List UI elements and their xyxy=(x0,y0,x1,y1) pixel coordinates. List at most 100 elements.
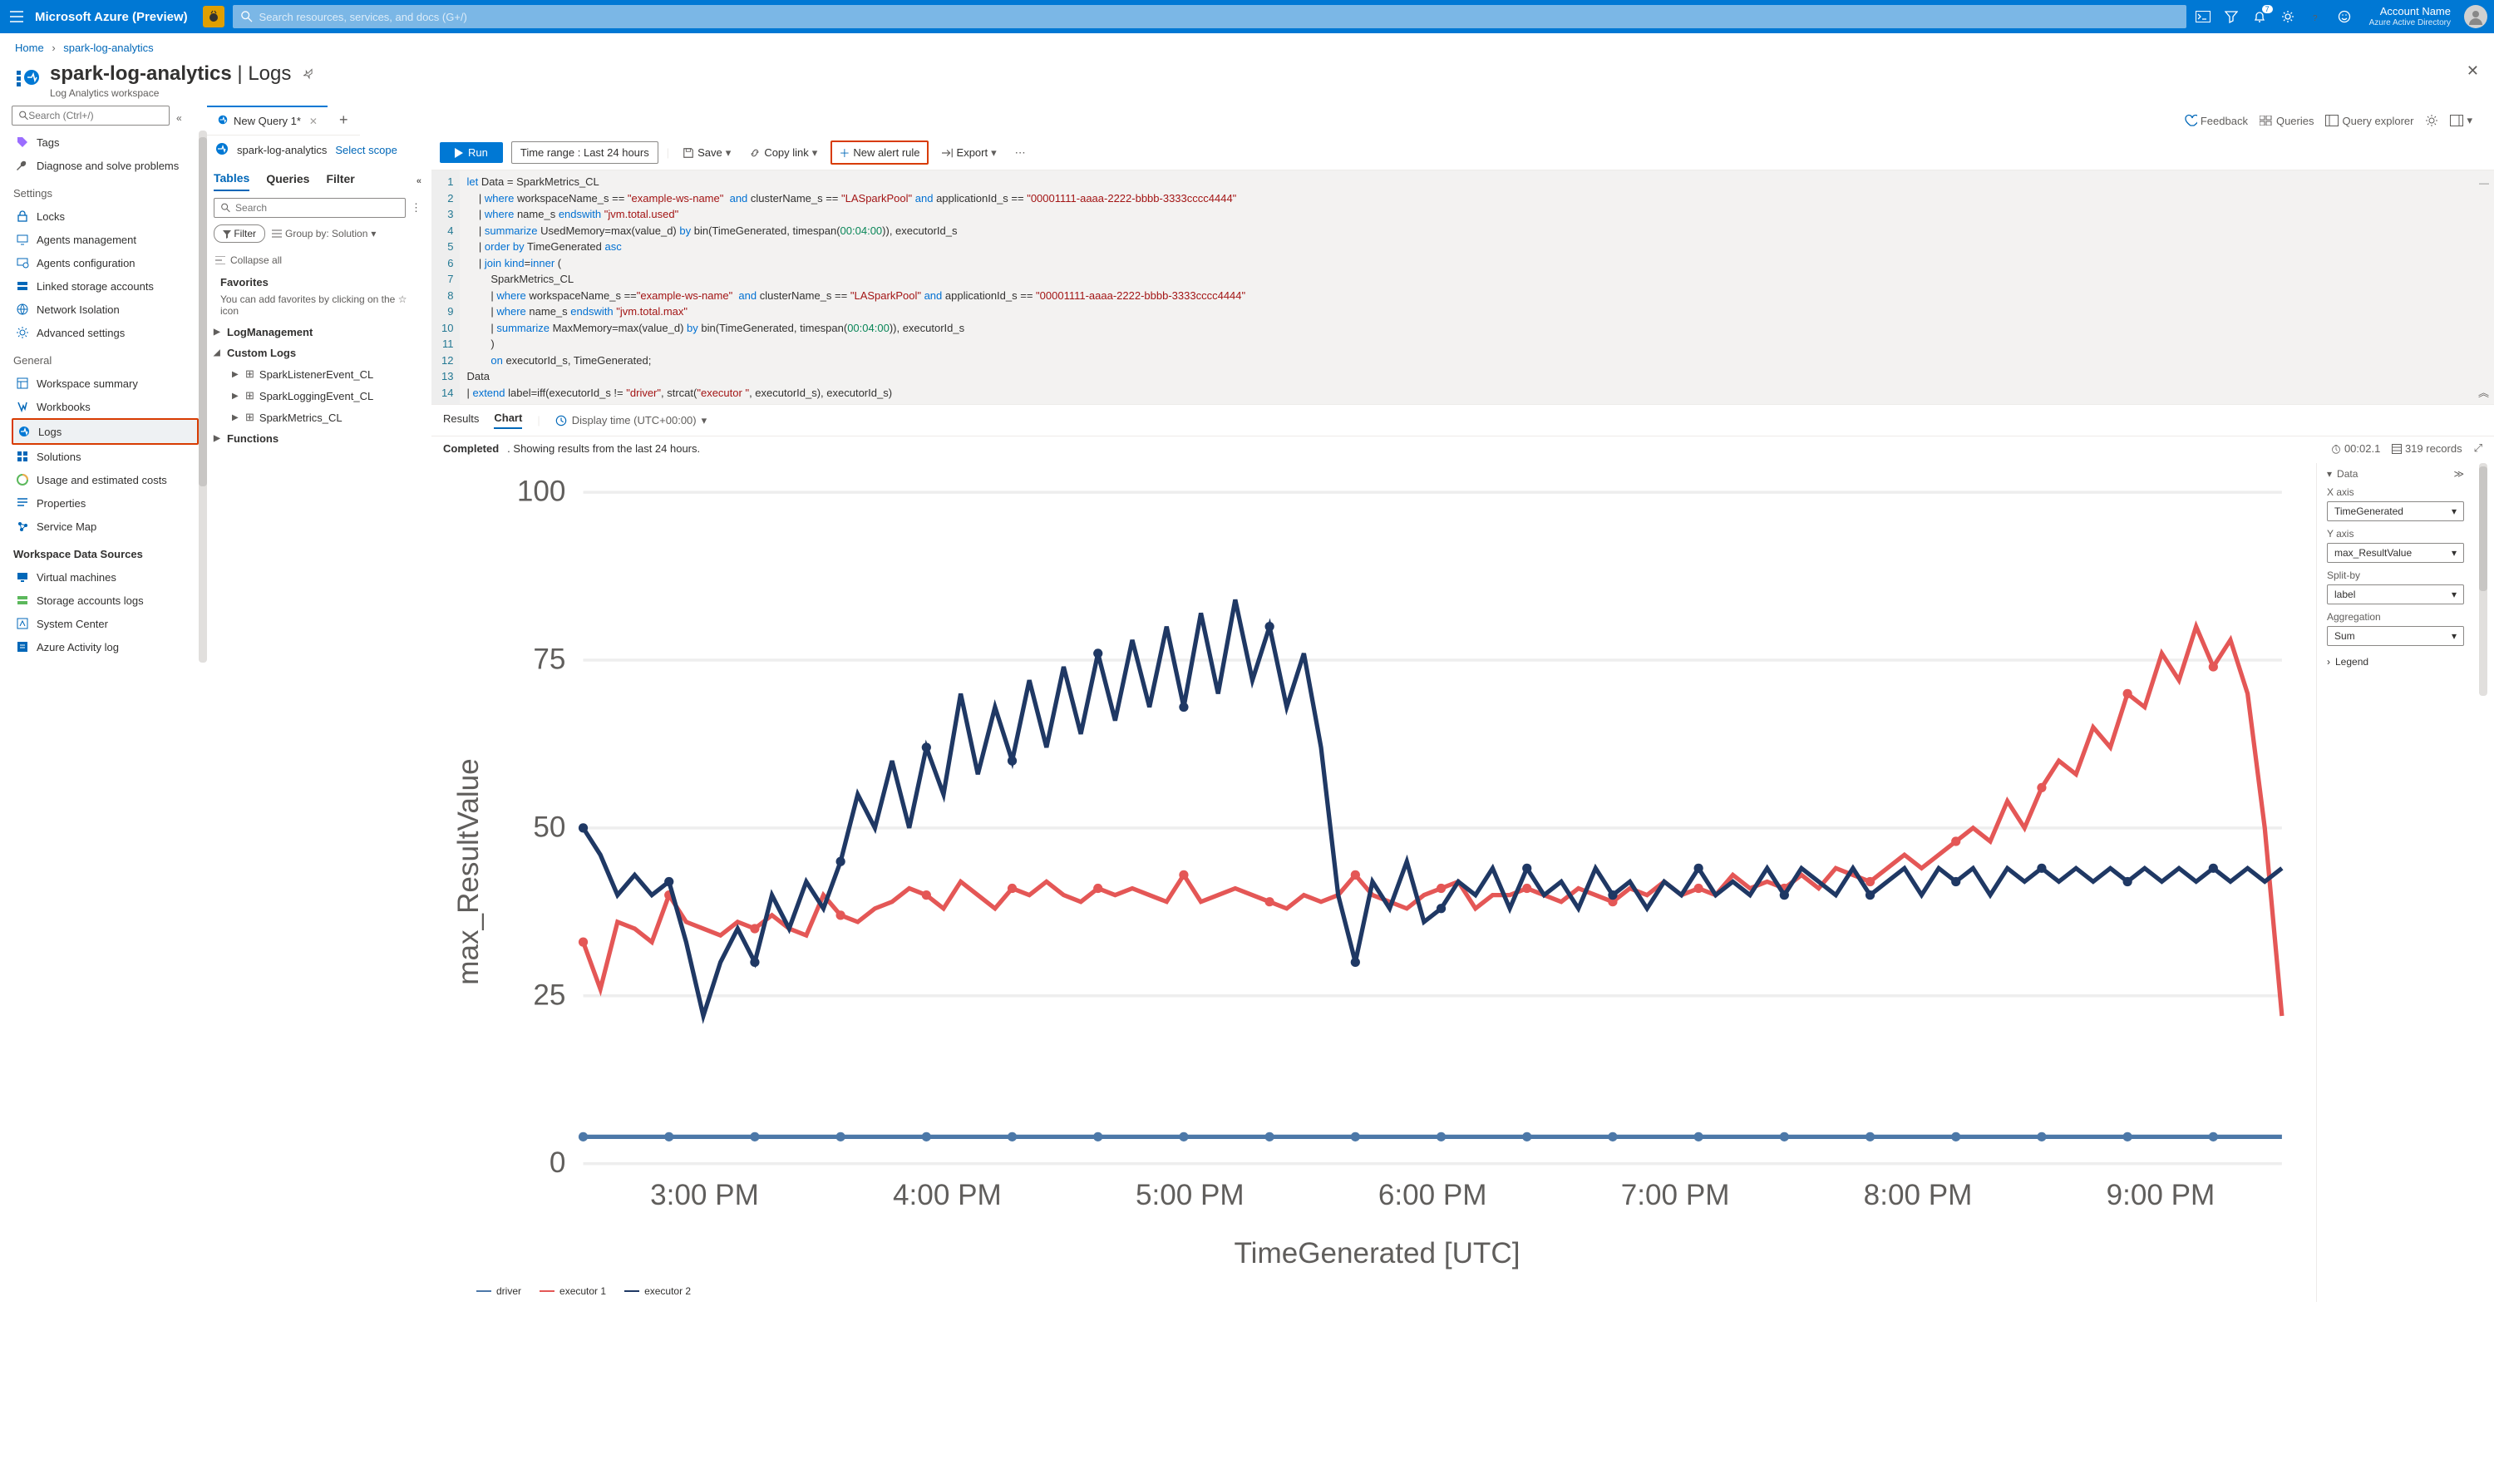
crumb-home[interactable]: Home xyxy=(15,42,44,54)
global-search[interactable] xyxy=(233,5,2186,28)
query-tab-1[interactable]: New Query 1* ✕ xyxy=(207,106,328,135)
export-button[interactable]: Export ▾ xyxy=(937,143,1002,163)
nav-item-tags[interactable]: Tags xyxy=(12,131,199,154)
collapse-all[interactable]: Collapse all xyxy=(207,249,428,271)
tree-customlogs[interactable]: ◢Custom Logs xyxy=(207,343,428,363)
nav-item-workbooks[interactable]: Workbooks xyxy=(12,395,199,418)
chart-pane-expand-icon[interactable]: ≫ xyxy=(2453,468,2464,480)
splitby-select[interactable]: label▾ xyxy=(2327,584,2464,604)
tree-functions[interactable]: ▶Functions xyxy=(207,428,428,449)
filter-pill[interactable]: Filter xyxy=(214,224,265,243)
tables-more-icon[interactable]: ⋮ xyxy=(411,201,421,214)
tab-chart[interactable]: Chart xyxy=(494,412,522,429)
tab-filter[interactable]: Filter xyxy=(326,172,354,190)
legend-header[interactable]: ›Legend xyxy=(2327,656,2464,668)
nav-item-advanced-settings[interactable]: Advanced settings xyxy=(12,321,199,344)
sc-icon xyxy=(15,617,30,630)
new-alert-rule-button[interactable]: ＋ New alert rule xyxy=(831,141,928,165)
kql-editor[interactable]: 1234567891011121314 let Data = SparkMetr… xyxy=(431,170,2494,404)
chart-data-header[interactable]: Data xyxy=(2337,468,2358,480)
tag-icon xyxy=(15,136,30,149)
tab-queries[interactable]: Queries xyxy=(266,172,309,190)
directory-filter-icon[interactable] xyxy=(2223,8,2240,25)
select-scope-link[interactable]: Select scope xyxy=(335,144,397,156)
time-range-picker[interactable]: Time range : Last 24 hours xyxy=(511,141,658,164)
tab-results[interactable]: Results xyxy=(443,412,479,428)
nav-item-linked-storage-accounts[interactable]: Linked storage accounts xyxy=(12,274,199,298)
nav-item-network-isolation[interactable]: Network Isolation xyxy=(12,298,199,321)
add-query-tab[interactable]: + xyxy=(328,111,360,129)
notifications-icon[interactable]: 7 xyxy=(2251,8,2268,25)
svg-text:7:00 PM: 7:00 PM xyxy=(1621,1179,1730,1211)
queries-link[interactable]: Queries xyxy=(2260,115,2314,127)
tables-tabs: Tables Queries Filter « xyxy=(207,165,428,191)
groupby-dropdown[interactable]: Group by: Solution ▾ xyxy=(272,224,376,243)
tables-search-input[interactable] xyxy=(235,202,398,214)
feedback-smile-icon[interactable] xyxy=(2336,8,2353,25)
help-icon[interactable]: ? xyxy=(2308,8,2324,25)
yaxis-select[interactable]: max_ResultValue▾ xyxy=(2327,543,2464,563)
close-blade-icon[interactable]: ✕ xyxy=(2467,62,2479,80)
close-tab-icon[interactable]: ✕ xyxy=(309,116,318,127)
query-explorer-link[interactable]: Query explorer xyxy=(2325,115,2413,127)
nav-item-diagnose-and-solve-problems[interactable]: Diagnose and solve problems xyxy=(12,154,199,177)
nav-item-workspace-summary[interactable]: Workspace summary xyxy=(12,372,199,395)
more-actions-icon[interactable]: ⋯ xyxy=(1010,143,1031,163)
nav-item-agents-management[interactable]: Agents management xyxy=(12,228,199,251)
notification-badge: 7 xyxy=(2262,5,2273,13)
hamburger-icon[interactable] xyxy=(7,11,27,22)
tree-sparklogging[interactable]: ▶⊞SparkLoggingEvent_CL xyxy=(207,385,428,407)
legend-executor1[interactable]: executor 1 xyxy=(540,1285,606,1297)
account-info[interactable]: Account Name Azure Active Directory xyxy=(2369,6,2451,27)
copy-link-button[interactable]: Copy link ▾ xyxy=(744,143,822,163)
editor-code[interactable]: let Data = SparkMetrics_CL | where works… xyxy=(460,170,2494,404)
cloud-shell-icon[interactable] xyxy=(2195,8,2211,25)
agg-select[interactable]: Sum▾ xyxy=(2327,626,2464,646)
tree-logmanagement[interactable]: ▶LogManagement xyxy=(207,322,428,343)
nav-item-service-map[interactable]: Service Map xyxy=(12,515,199,538)
pin-icon[interactable] xyxy=(303,62,315,85)
nav-item-system-center[interactable]: System Center xyxy=(12,612,199,635)
global-search-input[interactable] xyxy=(259,11,2178,23)
table-icon: ⊞ xyxy=(245,367,254,381)
query-settings-icon[interactable] xyxy=(2425,114,2438,127)
nav-item-virtual-machines[interactable]: Virtual machines xyxy=(12,565,199,589)
expand-results-icon[interactable]: ⤢ xyxy=(2474,441,2482,455)
nav-item-azure-activity-log[interactable]: Azure Activity log xyxy=(12,635,199,658)
chart-pane-scrollbar[interactable] xyxy=(2479,463,2487,696)
tree-sparklistener[interactable]: ▶⊞SparkListenerEvent_CL xyxy=(207,363,428,385)
nav-item-usage-and-estimated-costs[interactable]: Usage and estimated costs xyxy=(12,468,199,491)
crumb-workspace[interactable]: spark-log-analytics xyxy=(63,42,153,54)
nav-scrollbar[interactable] xyxy=(199,131,207,663)
panel-layout-icon[interactable]: ▾ xyxy=(2450,114,2472,127)
save-button[interactable]: Save ▾ xyxy=(678,143,736,163)
nav-item-agents-configuration[interactable]: Agents configuration xyxy=(12,251,199,274)
tab-tables[interactable]: Tables xyxy=(214,171,249,191)
brand-title[interactable]: Microsoft Azure (Preview) xyxy=(35,10,188,24)
settings-icon[interactable] xyxy=(2280,8,2296,25)
run-button[interactable]: Run xyxy=(440,142,503,163)
nav-search-input[interactable] xyxy=(28,110,162,121)
nav-item-storage-accounts-logs[interactable]: Storage accounts logs xyxy=(12,589,199,612)
tables-search[interactable] xyxy=(214,198,406,218)
nav-item-locks[interactable]: Locks xyxy=(12,205,199,228)
display-time-selector[interactable]: Display time (UTC+00:00) ▾ xyxy=(555,414,707,427)
feedback-link[interactable]: Feedback xyxy=(2184,114,2248,127)
nav-item-properties[interactable]: Properties xyxy=(12,491,199,515)
collapse-nav-icon[interactable]: « xyxy=(176,112,182,124)
nav-search[interactable] xyxy=(12,106,170,126)
legend-driver[interactable]: driver xyxy=(476,1285,521,1297)
tree-sparkmetrics[interactable]: ▶⊞SparkMetrics_CL xyxy=(207,407,428,428)
legend-executor2[interactable]: executor 2 xyxy=(624,1285,691,1297)
bug-icon[interactable] xyxy=(203,6,224,27)
avatar[interactable] xyxy=(2464,5,2487,28)
nav-item-logs[interactable]: Logs xyxy=(12,418,199,445)
scope-row: spark-log-analytics Select scope xyxy=(207,136,428,165)
editor-collapse-up-icon[interactable]: ︽ xyxy=(2478,385,2489,402)
nav-scroll-thumb[interactable] xyxy=(199,137,207,486)
collapse-tables-pane-icon[interactable]: « xyxy=(416,176,421,186)
editor-minimap-icon[interactable]: — xyxy=(2479,175,2489,190)
xaxis-select[interactable]: TimeGenerated▾ xyxy=(2327,501,2464,521)
nav-item-solutions[interactable]: Solutions xyxy=(12,445,199,468)
chart-pane-scroll-thumb[interactable] xyxy=(2479,466,2487,591)
